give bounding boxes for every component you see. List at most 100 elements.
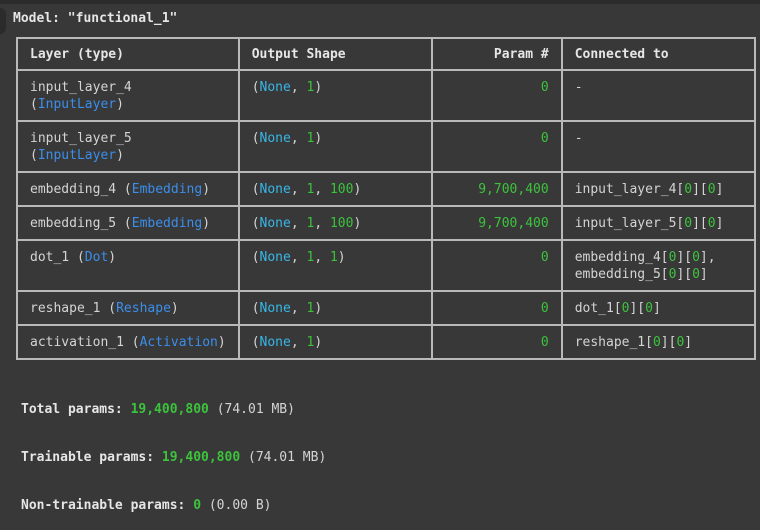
table-row: activation_1 (Activation) (None, 1) 0 resha… bbox=[16, 324, 756, 360]
total-params-line: Total params: 19,400,800 (74.01 MB) bbox=[21, 402, 295, 417]
connected-to-text: embedding_4[0][0], bbox=[574, 250, 716, 265]
model-summary-table: Layer (type) Output Shape Param # Connec… bbox=[16, 37, 756, 360]
nontrainable-params-value: 0 bbox=[193, 498, 202, 513]
table-header-row: Layer (type) Output Shape Param # Connec… bbox=[16, 37, 756, 71]
layer-class: InputLayer bbox=[37, 148, 117, 163]
header-connected-to: Connected to bbox=[560, 37, 756, 71]
output-shape-cell: (None, 1, 100) bbox=[237, 205, 433, 241]
layer-class: Activation bbox=[139, 335, 218, 350]
layer-type-cell: embedding_5 (Embedding) bbox=[16, 205, 240, 241]
connected-to-line: input_layer_5[0][0]input_layer_5[0][0] bbox=[575, 215, 742, 232]
connected-to-text: input_layer_5[0][0] bbox=[574, 216, 724, 231]
connected-to-line: - bbox=[575, 79, 742, 96]
layer-class: Dot bbox=[84, 250, 109, 265]
layer-class: Embedding bbox=[131, 216, 203, 231]
shape-dim: 100 bbox=[329, 182, 354, 197]
shape-dim: 1 bbox=[306, 131, 315, 146]
shape-dim: 1 bbox=[306, 182, 315, 197]
output-shape-cell: (None, 1) bbox=[237, 120, 433, 173]
layer-type-cell: input_layer_4 (InputLayer) bbox=[16, 69, 240, 122]
connected-to-text: input_layer_4[0][0] bbox=[574, 182, 724, 197]
connected-to-line: input_layer_4[0][0]input_layer_4[0][0] bbox=[575, 181, 742, 198]
connected-to-line: - bbox=[575, 130, 742, 147]
connected-to-cell: input_layer_5[0][0]input_layer_5[0][0] bbox=[560, 205, 756, 241]
layer-name: embedding_5 bbox=[30, 216, 117, 231]
table-row: embedding_4 (Embedding) (None, 1, 100) 9,7… bbox=[16, 171, 756, 207]
layer-type-cell: embedding_4 (Embedding) bbox=[16, 171, 240, 207]
shape-dim: 1 bbox=[306, 250, 315, 265]
param-count: 0 bbox=[540, 250, 549, 265]
shape-dim: 1 bbox=[306, 335, 315, 350]
trainable-params-line: Trainable params: 19,400,800 (74.01 MB) bbox=[21, 450, 327, 465]
param-count: 0 bbox=[540, 131, 549, 146]
cell-collapse-handle[interactable] bbox=[0, 8, 6, 34]
shape-dim: 1 bbox=[329, 250, 338, 265]
layer-type-cell: input_layer_5 (InputLayer) bbox=[16, 120, 240, 173]
connected-to-cell: dot_1[0][0]dot_1[0][0] bbox=[560, 290, 756, 326]
param-count-cell: 0 bbox=[430, 324, 563, 360]
connected-to-text: reshape_1[0][0] bbox=[574, 335, 693, 350]
layer-name: activation_1 bbox=[30, 335, 124, 350]
layer-type-cell: dot_1 (Dot) bbox=[16, 239, 240, 292]
shape-dim: None bbox=[259, 250, 291, 265]
layer-type-cell: reshape_1 (Reshape) bbox=[16, 290, 240, 326]
shape-dim: 100 bbox=[329, 216, 354, 231]
connected-to-cell: reshape_1[0][0]reshape_1[0][0] bbox=[560, 324, 756, 360]
connected-to-text: dot_1[0][0] bbox=[574, 301, 661, 316]
connected-to-text: - bbox=[574, 80, 583, 95]
table-row: embedding_5 (Embedding) (None, 1, 100) 9,7… bbox=[16, 205, 756, 241]
layer-name: embedding_4 bbox=[30, 182, 117, 197]
nontrainable-params-line: Non-trainable params: 0 (0.00 B) bbox=[21, 498, 272, 513]
total-params-value: 19,400,800 bbox=[130, 402, 209, 417]
table-row: input_layer_4 (InputLayer) (None, 1) 0 - bbox=[16, 69, 756, 122]
param-count-cell: 0 bbox=[430, 120, 563, 173]
layer-name: input_layer_5 bbox=[30, 131, 132, 146]
trainable-params-value: 19,400,800 bbox=[161, 450, 241, 465]
param-count: 0 bbox=[540, 335, 549, 350]
header-param-count: Param # bbox=[430, 37, 563, 71]
param-count-cell: 0 bbox=[430, 290, 563, 326]
connected-to-line: embedding_5[0][0]embedding_5[0][0] bbox=[575, 266, 742, 283]
table-row: input_layer_5 (InputLayer) (None, 1) 0 - bbox=[16, 120, 756, 173]
layer-name: input_layer_4 bbox=[30, 80, 132, 95]
layer-class: Reshape bbox=[116, 301, 171, 316]
header-layer-type: Layer (type) bbox=[16, 37, 240, 71]
connected-to-cell: embedding_4[0][0],embedding_4[0][0],embe… bbox=[560, 239, 756, 292]
connected-to-cell: - bbox=[560, 120, 756, 173]
shape-dim: 1 bbox=[306, 80, 315, 95]
output-shape-cell: (None, 1) bbox=[237, 324, 433, 360]
connected-to-line: dot_1[0][0]dot_1[0][0] bbox=[575, 300, 742, 317]
header-output-shape: Output Shape bbox=[237, 37, 433, 71]
shape-dim: None bbox=[259, 131, 291, 146]
connected-to-cell: - bbox=[560, 69, 756, 122]
shape-dim: None bbox=[259, 335, 291, 350]
params-summary: Total params: 19,400,800 (74.01 MB) Trai… bbox=[21, 370, 326, 530]
param-count: 9,700,400 bbox=[478, 182, 549, 197]
shape-dim: None bbox=[259, 301, 291, 316]
param-count-cell: 0 bbox=[430, 69, 563, 122]
shape-dim: 1 bbox=[306, 216, 315, 231]
connected-to-text: - bbox=[574, 131, 583, 146]
model-title: Model: "functional_1" bbox=[13, 11, 178, 26]
param-count-cell: 9,700,400 bbox=[430, 171, 563, 207]
output-shape-cell: (None, 1) bbox=[237, 290, 433, 326]
shape-dim: None bbox=[259, 182, 291, 197]
param-count-cell: 0 bbox=[430, 239, 563, 292]
connected-to-line: embedding_4[0][0],embedding_4[0][0], bbox=[575, 249, 742, 266]
shape-dim: 1 bbox=[306, 301, 315, 316]
param-count: 9,700,400 bbox=[478, 216, 549, 231]
layer-class: InputLayer bbox=[37, 97, 117, 112]
output-shape-cell: (None, 1) bbox=[237, 69, 433, 122]
output-top-strip bbox=[0, 0, 760, 4]
layer-name: reshape_1 bbox=[30, 301, 101, 316]
param-count: 0 bbox=[540, 80, 549, 95]
param-count: 0 bbox=[540, 301, 549, 316]
output-shape-cell: (None, 1, 100) bbox=[237, 171, 433, 207]
connected-to-line: reshape_1[0][0]reshape_1[0][0] bbox=[575, 334, 742, 351]
table-row: reshape_1 (Reshape) (None, 1) 0 dot_1[0][0]… bbox=[16, 290, 756, 326]
shape-dim: None bbox=[259, 216, 291, 231]
connected-to-text: embedding_5[0][0] bbox=[574, 267, 708, 282]
table-row: dot_1 (Dot) (None, 1, 1) 0 embedding_4[0][0… bbox=[16, 239, 756, 292]
output-shape-cell: (None, 1, 1) bbox=[237, 239, 433, 292]
layer-class: Embedding bbox=[131, 182, 203, 197]
